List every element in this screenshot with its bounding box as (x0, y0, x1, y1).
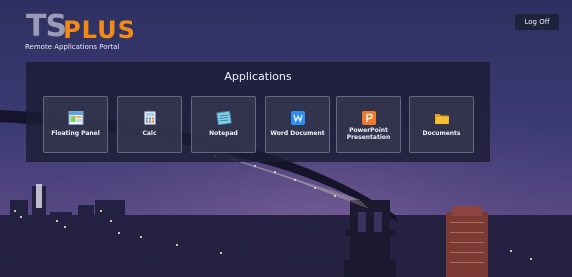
floating-panel-icon (68, 111, 83, 125)
calculator-icon (143, 111, 156, 125)
tile-label: Documents (422, 130, 461, 137)
tsplus-logo: TS PLUS (26, 9, 136, 44)
app-tile-word-document[interactable]: Word Document (265, 96, 330, 153)
word-document-icon (290, 111, 305, 125)
tile-label: Word Document (270, 130, 325, 137)
notepad-icon (216, 111, 231, 125)
app-tile-powerpoint-presentation[interactable]: PowerPoint Presentation (336, 96, 401, 153)
app-tile-calc[interactable]: Calc (117, 96, 182, 153)
panel-title: Applications (224, 70, 292, 83)
folder-icon (434, 114, 449, 124)
tile-label: Notepad (209, 130, 238, 137)
logo-ts-text: TS (26, 9, 67, 44)
applications-panel: Applications Floating Panel Calc Notepad… (26, 62, 490, 162)
logo-plus-text: PLUS (63, 16, 136, 44)
app-tile-notepad[interactable]: Notepad (191, 96, 256, 153)
powerpoint-icon (361, 111, 376, 125)
tile-label: PowerPoint Presentation (346, 127, 391, 141)
app-tile-floating-panel[interactable]: Floating Panel (43, 96, 108, 153)
portal-subtitle: Remote Applications Portal (25, 43, 120, 51)
tile-label: Calc (142, 130, 157, 137)
tile-label: Floating Panel (51, 130, 100, 137)
app-tile-documents[interactable]: Documents (409, 96, 474, 153)
log-off-button[interactable]: Log Off (515, 14, 559, 30)
